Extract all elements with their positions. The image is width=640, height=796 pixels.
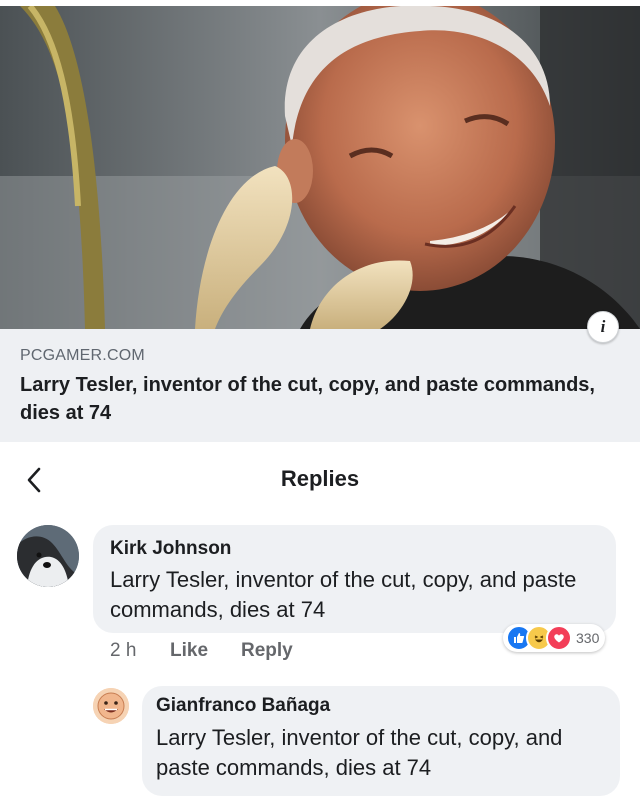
comment-author[interactable]: Gianfranco Bañaga — [156, 695, 330, 717]
reply-button[interactable]: Reply — [241, 640, 293, 662]
comment-bubble[interactable]: Gianfranco Bañaga Larry Tesler, inventor… — [142, 686, 620, 796]
husky-avatar-icon — [17, 525, 79, 587]
avatar[interactable] — [93, 688, 129, 724]
reactions-summary[interactable]: 330 — [503, 624, 606, 652]
link-preview-image[interactable] — [0, 6, 640, 329]
portrait-photo — [0, 6, 640, 329]
like-button[interactable]: Like — [170, 640, 208, 662]
link-meta[interactable]: PCGAMER.COM Larry Tesler, inventor of th… — [0, 329, 640, 442]
emoji-face-avatar-icon — [93, 688, 129, 724]
comment-timestamp[interactable]: 2 h — [110, 640, 136, 662]
reaction-count: 330 — [576, 630, 600, 646]
comment-bubble[interactable]: Kirk Johnson Larry Tesler, inventor of t… — [93, 525, 616, 633]
page-title: Replies — [280, 466, 360, 491]
comment-text: Larry Tesler, inventor of the cut, copy,… — [156, 725, 563, 780]
info-button[interactable]: i — [587, 311, 619, 343]
link-title: Larry Tesler, inventor of the cut, copy,… — [20, 374, 595, 424]
replies-header: Replies — [0, 456, 640, 506]
link-domain: PCGAMER.COM — [20, 347, 145, 364]
comment-text: Larry Tesler, inventor of the cut, copy,… — [110, 567, 577, 622]
comment-author[interactable]: Kirk Johnson — [110, 538, 231, 560]
divider — [0, 442, 640, 456]
love-reaction-icon — [546, 625, 572, 651]
avatar[interactable] — [17, 525, 79, 587]
